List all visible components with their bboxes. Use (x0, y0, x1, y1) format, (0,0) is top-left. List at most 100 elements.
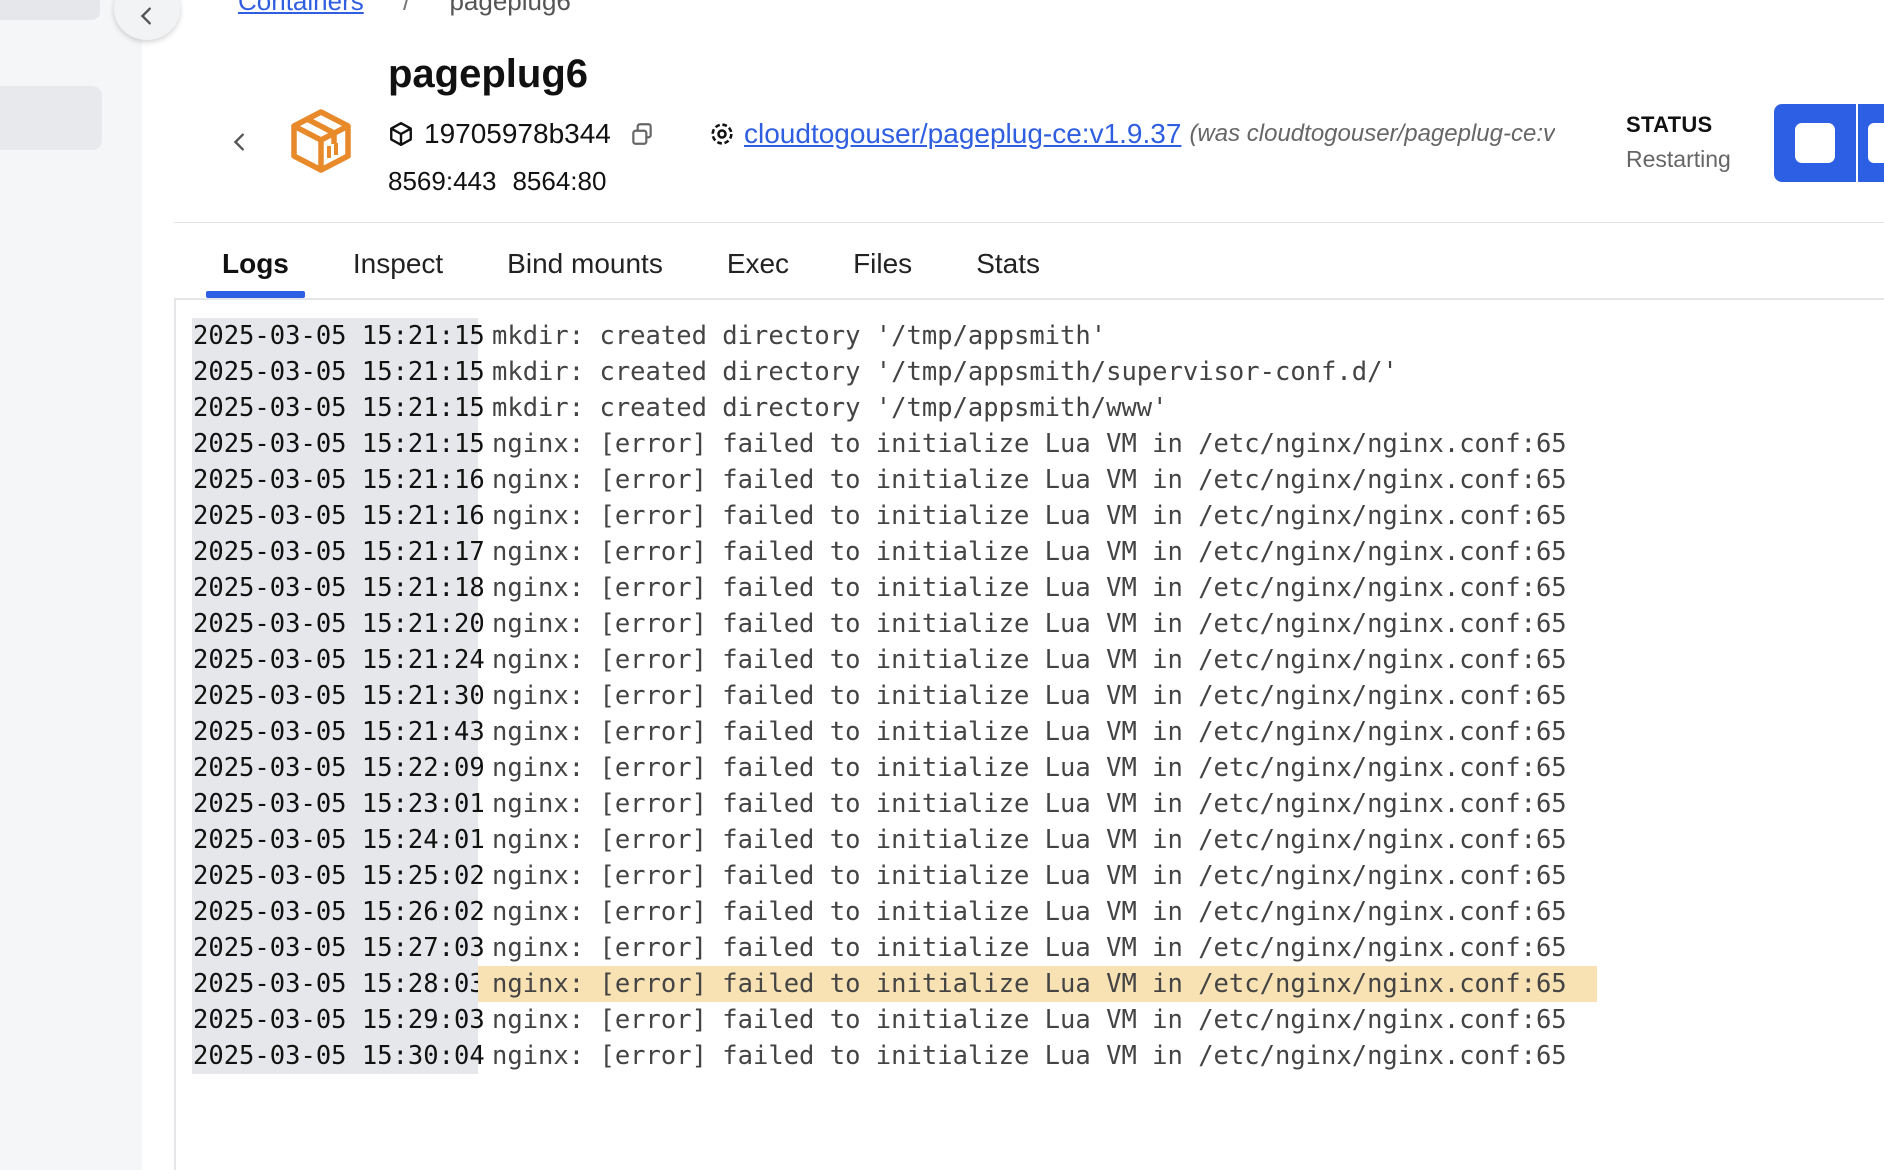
log-timestamp: 2025-03-05 15:26:02 (192, 894, 485, 930)
image-link[interactable]: cloudtogouser/pageplug-ce:v1.9.37 (744, 118, 1181, 150)
log-line: 2025-03-05 15:21:30 nginx: [error] failed… (192, 678, 1597, 714)
log-message: nginx: [error] failed to initialize Lua … (492, 573, 1567, 603)
log-timestamp: 2025-03-05 15:28:03 (192, 966, 485, 1002)
breadcrumb-separator: / (402, 0, 411, 16)
log-line: 2025-03-05 15:29:03 nginx: [error] failed… (192, 1002, 1597, 1038)
actions-button[interactable] (1858, 104, 1884, 182)
log-message: nginx: [error] failed to initialize Lua … (478, 966, 1597, 1002)
stop-icon (1795, 123, 1835, 163)
log-message: nginx: [error] failed to initialize Lua … (492, 501, 1567, 531)
log-timestamp: 2025-03-05 15:22:09 (192, 750, 485, 786)
sidebar-item[interactable] (0, 86, 102, 150)
tab-bind-mounts[interactable]: Bind mounts (491, 248, 679, 298)
back-button[interactable] (222, 124, 258, 160)
tab-files[interactable]: Files (837, 248, 928, 298)
chevron-left-icon (233, 133, 244, 151)
log-line: 2025-03-05 15:26:02 nginx: [error] failed… (192, 894, 1597, 930)
log-line: 2025-03-05 15:21:16 nginx: [error] failed… (192, 498, 1597, 534)
tab-exec[interactable]: Exec (711, 248, 805, 298)
sidebar-item[interactable] (0, 0, 100, 20)
container-name: pageplug6 (388, 52, 589, 96)
log-timestamp: 2025-03-05 15:29:03 (192, 1002, 485, 1038)
log-message: mkdir: created directory '/tmp/appsmith/… (492, 357, 1398, 387)
log-timestamp: 2025-03-05 15:21:16 (192, 462, 485, 498)
chevron-left-icon (140, 7, 151, 25)
log-timestamp: 2025-03-05 15:24:01 (192, 822, 485, 858)
tab-inspect[interactable]: Inspect (337, 248, 459, 298)
log-message: nginx: [error] failed to initialize Lua … (492, 537, 1567, 567)
image-layers-icon (711, 123, 733, 145)
cube-icon (390, 121, 412, 147)
log-line: 2025-03-05 15:21:15 mkdir: created direct… (192, 354, 1597, 390)
left-sidebar (0, 0, 142, 1170)
log-line: 2025-03-05 15:21:43 nginx: [error] failed… (192, 714, 1597, 750)
tab-stats[interactable]: Stats (960, 248, 1056, 298)
log-message: nginx: [error] failed to initialize Lua … (492, 645, 1567, 675)
log-timestamp: 2025-03-05 15:21:15 (192, 318, 485, 354)
log-line: 2025-03-05 15:21:18 nginx: [error] failed… (192, 570, 1597, 606)
previous-image-note: (was cloudtogouser/pageplug-ce:v (1189, 120, 1555, 147)
breadcrumb-current: pageplug6 (449, 0, 571, 16)
log-message: nginx: [error] failed to initialize Lua … (492, 609, 1567, 639)
port-link[interactable]: 8569:443 (388, 166, 496, 197)
log-line: 2025-03-05 15:28:03 nginx: [error] failed… (192, 966, 1597, 1002)
log-line: 2025-03-05 15:21:17 nginx: [error] failed… (192, 534, 1597, 570)
log-line: 2025-03-05 15:23:01 nginx: [error] failed… (192, 786, 1597, 822)
log-message: mkdir: created directory '/tmp/appsmith' (492, 321, 1107, 351)
log-message: nginx: [error] failed to initialize Lua … (492, 789, 1567, 819)
log-line: 2025-03-05 15:24:01 nginx: [error] failed… (192, 822, 1597, 858)
log-line: 2025-03-05 15:21:15 mkdir: created direct… (192, 318, 1597, 354)
log-message: nginx: [error] failed to initialize Lua … (492, 1005, 1567, 1035)
log-output[interactable]: 2025-03-05 15:21:15 mkdir: created direct… (192, 318, 1597, 1074)
stop-button[interactable] (1774, 104, 1856, 182)
log-timestamp: 2025-03-05 15:21:15 (192, 426, 485, 462)
status-value: Restarting (1626, 146, 1731, 172)
header-divider (174, 222, 1884, 223)
breadcrumb: Containers / pageplug6 (238, 0, 571, 17)
breadcrumb-parent-link[interactable]: Containers (238, 0, 364, 16)
log-timestamp: 2025-03-05 15:30:04 (192, 1038, 485, 1074)
port-link[interactable]: 8564:80 (512, 166, 606, 197)
log-timestamp: 2025-03-05 15:21:15 (192, 354, 485, 390)
log-line: 2025-03-05 15:30:04 nginx: [error] failed… (192, 1038, 1597, 1074)
log-timestamp: 2025-03-05 15:21:30 (192, 678, 485, 714)
copy-icon[interactable] (629, 121, 655, 147)
log-timestamp: 2025-03-05 15:21:16 (192, 498, 485, 534)
log-message: mkdir: created directory '/tmp/appsmith/… (492, 393, 1168, 423)
log-line: 2025-03-05 15:21:24 nginx: [error] failed… (192, 642, 1597, 678)
log-timestamp: 2025-03-05 15:21:15 (192, 390, 485, 426)
container-id-row: 19705978b344 (388, 118, 655, 150)
log-message: nginx: [error] failed to initialize Lua … (492, 861, 1567, 891)
log-line: 2025-03-05 15:22:09 nginx: [error] failed… (192, 750, 1597, 786)
tab-bar: Logs Inspect Bind mounts Exec Files Stat… (206, 248, 1088, 298)
log-message: nginx: [error] failed to initialize Lua … (492, 429, 1567, 459)
log-line: 2025-03-05 15:27:03 nginx: [error] failed… (192, 930, 1597, 966)
log-message: nginx: [error] failed to initialize Lua … (492, 933, 1567, 963)
container-icon (286, 106, 356, 176)
container-id: 19705978b344 (424, 118, 611, 149)
log-message: nginx: [error] failed to initialize Lua … (492, 753, 1567, 783)
log-message: nginx: [error] failed to initialize Lua … (492, 717, 1567, 747)
log-message: nginx: [error] failed to initialize Lua … (492, 1041, 1567, 1071)
log-line: 2025-03-05 15:21:20 nginx: [error] failed… (192, 606, 1597, 642)
log-timestamp: 2025-03-05 15:21:24 (192, 642, 485, 678)
log-message: nginx: [error] failed to initialize Lua … (492, 897, 1567, 927)
status-block: STATUS Restarting (1626, 112, 1731, 173)
log-line: 2025-03-05 15:21:15 nginx: [error] failed… (192, 426, 1597, 462)
log-message: nginx: [error] failed to initialize Lua … (492, 825, 1567, 855)
log-timestamp: 2025-03-05 15:21:18 (192, 570, 485, 606)
log-timestamp: 2025-03-05 15:21:20 (192, 606, 485, 642)
log-line: 2025-03-05 15:25:02 nginx: [error] failed… (192, 858, 1597, 894)
log-line: 2025-03-05 15:21:16 nginx: [error] failed… (192, 462, 1597, 498)
log-frame (174, 300, 176, 1170)
log-line: 2025-03-05 15:21:15 mkdir: created direct… (192, 390, 1597, 426)
action-icon (1868, 123, 1884, 163)
log-timestamp: 2025-03-05 15:25:02 (192, 858, 485, 894)
port-list: 8569:443 8564:80 (388, 166, 606, 197)
status-label: STATUS (1626, 112, 1713, 137)
tab-logs[interactable]: Logs (206, 248, 305, 298)
log-timestamp: 2025-03-05 15:21:43 (192, 714, 485, 750)
log-message: nginx: [error] failed to initialize Lua … (492, 465, 1567, 495)
log-timestamp: 2025-03-05 15:27:03 (192, 930, 485, 966)
log-timestamp: 2025-03-05 15:23:01 (192, 786, 485, 822)
